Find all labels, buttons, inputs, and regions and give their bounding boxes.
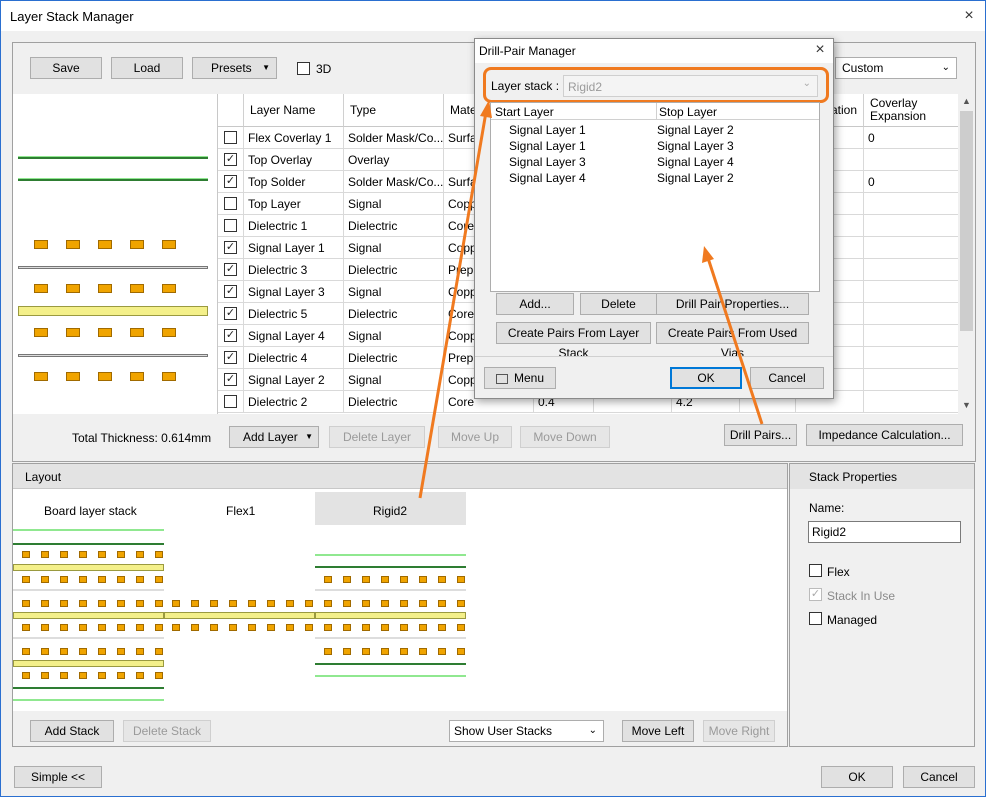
arrow-to-layer-stack [418, 111, 488, 499]
annotation-arrows [418, 100, 764, 499]
arrowhead-icon [702, 246, 714, 263]
arrow-to-pair-list [706, 257, 764, 425]
arrowhead-icon [480, 100, 492, 118]
